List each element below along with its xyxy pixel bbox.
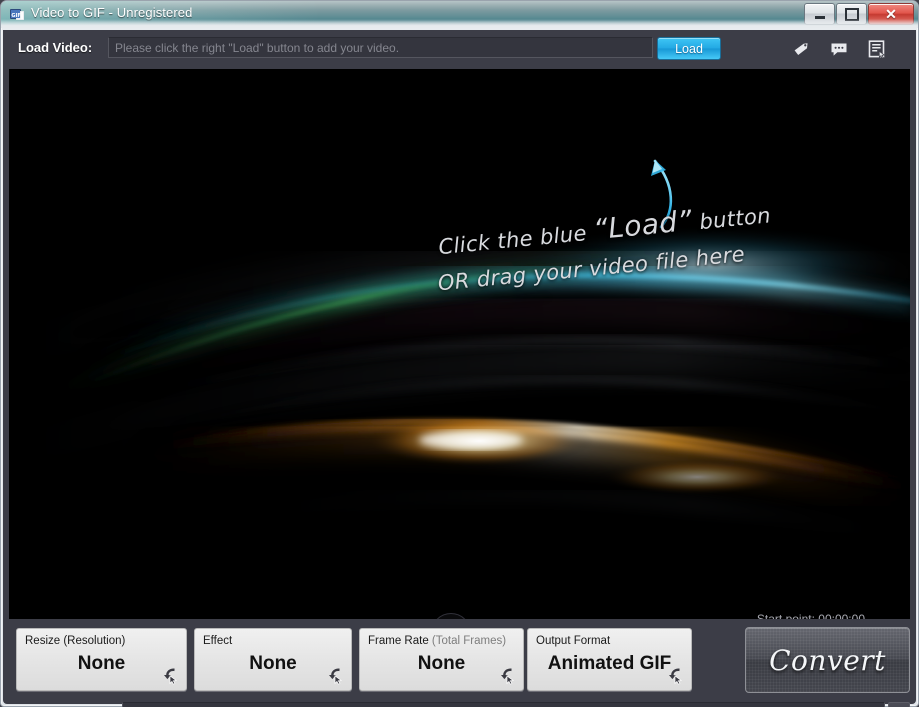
title-bar: GIF Video to GIF - Unregistered ✕ — [1, 1, 918, 28]
speech-bubble-icon[interactable] — [829, 39, 851, 59]
panel-frame-rate-cursor-icon — [499, 667, 517, 685]
minimize-button[interactable] — [804, 3, 835, 25]
drop-hint-suffix: button — [691, 203, 772, 235]
panel-resize[interactable]: Resize (Resolution) None — [16, 628, 187, 691]
register-document-icon[interactable] — [867, 39, 889, 59]
output-folder-input[interactable] — [122, 702, 885, 707]
panel-frame-rate-title-sub: (Total Frames) — [431, 635, 507, 647]
toolbar-icons — [783, 37, 903, 61]
load-video-label: Load Video: — [18, 40, 93, 55]
maximize-button[interactable] — [836, 3, 867, 25]
video-path-input[interactable] — [108, 37, 653, 58]
panel-output-format[interactable]: Output Format Animated GIF — [527, 628, 692, 691]
application-window: GIF Video to GIF - Unregistered ✕ Load V… — [0, 0, 919, 707]
tag-icon[interactable] — [791, 39, 813, 59]
settings-panels: Resize (Resolution) None Effect None Fra… — [9, 627, 910, 693]
panel-effect-cursor-icon — [327, 667, 345, 685]
video-preview-stage[interactable]: Click the blue “Load” button OR drag you… — [9, 69, 910, 619]
close-icon: ✕ — [885, 6, 897, 22]
load-button[interactable]: Load — [657, 37, 721, 60]
panel-resize-value: None — [77, 653, 126, 674]
panel-output-format-title: Output Format — [536, 635, 610, 647]
panel-output-format-title-text: Output Format — [536, 635, 611, 647]
panel-output-format-cursor-icon — [667, 667, 685, 685]
panel-frame-rate[interactable]: Frame Rate (Total Frames) None — [359, 628, 524, 691]
panel-resize-title-text: Resize (Resolution) — [25, 635, 126, 647]
load-video-row: Load Video: Load — [3, 33, 916, 65]
browse-folder-button[interactable]: ... — [888, 702, 910, 707]
convert-button[interactable]: Convert — [745, 627, 910, 693]
time-points: Start point: 00:00:00 End point: 00:00:0… — [757, 610, 865, 619]
svg-text:GIF: GIF — [11, 13, 20, 19]
play-button[interactable] — [431, 613, 471, 619]
window-title: Video to GIF - Unregistered — [31, 5, 193, 20]
main-body: Load Video: Load — [3, 30, 916, 707]
panel-effect-title: Effect — [203, 635, 232, 647]
window-controls: ✕ — [804, 3, 914, 25]
gif-app-icon: GIF — [9, 7, 25, 23]
background-artwork — [9, 69, 910, 619]
convert-button-label: Convert — [769, 643, 886, 677]
panel-resize-cursor-icon — [162, 667, 180, 685]
panel-resize-title: Resize (Resolution) — [25, 635, 125, 647]
panel-frame-rate-title: Frame Rate (Total Frames) — [368, 635, 506, 647]
start-point-label: Start point: — [756, 612, 815, 619]
panel-frame-rate-title-text: Frame Rate — [368, 635, 432, 647]
transport-controls — [345, 613, 555, 619]
panel-effect[interactable]: Effect None — [194, 628, 352, 691]
output-folder-row: Output Folder: ... — [9, 698, 910, 707]
drop-hint-prefix: Click the blue — [437, 220, 595, 260]
panel-effect-title-text: Effect — [203, 635, 233, 647]
drop-hint-load-word: “Load” — [591, 203, 694, 247]
start-point-row: Start point: 00:00:00 — [757, 610, 865, 619]
minimize-icon — [814, 16, 825, 19]
maximize-icon — [844, 7, 859, 21]
start-point-value: 00:00:00 — [818, 612, 865, 619]
close-button[interactable]: ✕ — [868, 3, 914, 25]
